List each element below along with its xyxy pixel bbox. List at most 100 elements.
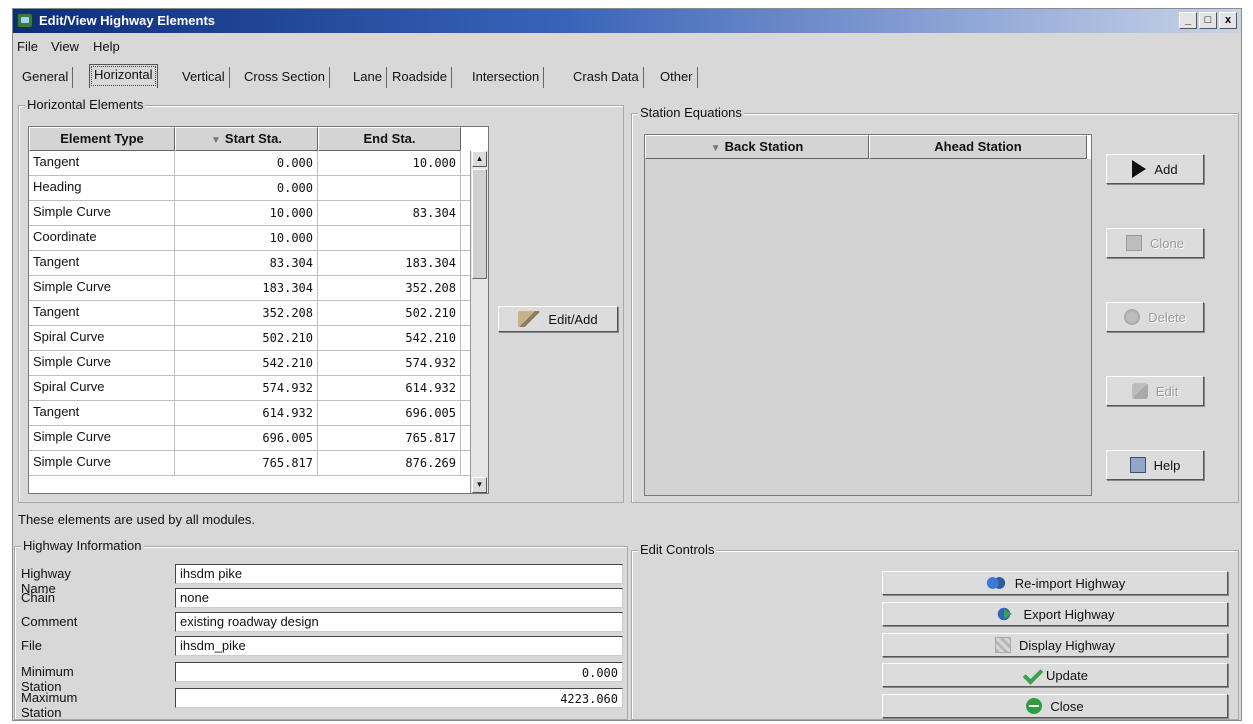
help-label: Help (1153, 457, 1181, 473)
cell-element-type: Heading (29, 176, 175, 201)
help-button[interactable]: Help (1106, 450, 1204, 480)
highway-name-field[interactable]: ihsdm pike (175, 564, 623, 584)
update-button[interactable]: Update (882, 663, 1228, 687)
table-row[interactable]: Coordinate 10.000 (29, 226, 488, 251)
menu-view[interactable]: View (51, 39, 79, 54)
table-row[interactable]: Tangent 83.304 183.304 (29, 251, 488, 276)
station-table-body (645, 159, 1091, 495)
station-equations-table[interactable]: ▼ Back Station Ahead Station (644, 134, 1092, 496)
file-label: File (21, 638, 42, 653)
col-back-station-label: Back Station (724, 139, 804, 154)
minimize-button[interactable]: _ (1179, 12, 1197, 29)
cell-element-type: Simple Curve (29, 276, 175, 301)
station-equations-group: Station Equations ▼ Back Station Ahead St… (631, 105, 1239, 503)
export-highway-label: Export Highway (1023, 606, 1115, 622)
table-row[interactable]: Tangent 0.000 10.000 (29, 151, 488, 176)
table-row[interactable]: Simple Curve 696.005 765.817 (29, 426, 488, 451)
scroll-thumb[interactable] (472, 169, 487, 279)
menu-bar: File View Help (13, 34, 1241, 56)
cell-start-station: 183.304 (175, 276, 318, 301)
table-row[interactable]: Spiral Curve 502.210 542.210 (29, 326, 488, 351)
table-row[interactable]: Tangent 614.932 696.005 (29, 401, 488, 426)
arrow-right-icon (1132, 160, 1147, 178)
table-row[interactable]: Simple Curve 765.817 876.269 (29, 451, 488, 476)
horizontal-elements-group: Horizontal Elements Element Type ▼ Start … (18, 97, 624, 503)
title-bar[interactable]: Edit/View Highway Elements _ □ x (13, 9, 1241, 33)
col-element-type[interactable]: Element Type (29, 127, 175, 151)
cell-start-station: 765.817 (175, 451, 318, 476)
sort-down-icon: ▼ (211, 135, 221, 146)
table-vertical-scrollbar[interactable]: ▲ ▼ (470, 151, 488, 493)
window-controls: _ □ x (1179, 12, 1237, 29)
tab-roadside[interactable]: Roadside (388, 67, 452, 88)
scroll-down-icon[interactable]: ▼ (472, 477, 487, 493)
add-label: Add (1154, 161, 1178, 177)
cell-end-station: 542.210 (318, 326, 461, 351)
display-highway-button[interactable]: Display Highway (882, 633, 1228, 657)
comment-field[interactable]: existing roadway design (175, 612, 623, 632)
chain-field[interactable]: none (175, 588, 623, 608)
minimum-station-field[interactable]: 0.000 (175, 662, 623, 682)
close-label: Close (1050, 698, 1084, 714)
edit-add-button[interactable]: Edit/Add (498, 306, 618, 332)
cell-end-station: 352.208 (318, 276, 461, 301)
modules-note: These elements are used by all modules. (18, 512, 256, 527)
close-window-button[interactable]: x (1219, 12, 1237, 29)
cell-end-station (318, 226, 461, 251)
clone-icon (1126, 235, 1143, 251)
close-button[interactable]: Close (882, 694, 1228, 718)
table-row[interactable]: Tangent 352.208 502.210 (29, 301, 488, 326)
cell-element-type: Tangent (29, 301, 175, 326)
cell-start-station: 83.304 (175, 251, 318, 276)
tab-intersection[interactable]: Intersection (468, 67, 545, 88)
tab-crash-data[interactable]: Crash Data (569, 67, 644, 88)
clone-label: Clone (1150, 235, 1184, 251)
col-end-station[interactable]: End Sta. (318, 127, 461, 151)
cell-end-station: 614.932 (318, 376, 461, 401)
menu-help[interactable]: Help (93, 39, 120, 54)
tab-general[interactable]: General (18, 67, 74, 88)
export-icon (995, 606, 1016, 622)
tab-other[interactable]: Other (656, 67, 698, 88)
table-row[interactable]: Spiral Curve 574.932 614.932 (29, 376, 488, 401)
close-circle-icon (1026, 698, 1043, 714)
cell-start-station: 10.000 (175, 201, 318, 226)
tab-cross-section[interactable]: Cross Section (240, 67, 330, 88)
horizontal-elements-table[interactable]: Element Type ▼ Start Sta. End Sta. Tangen… (28, 126, 489, 494)
edit-button[interactable]: Edit (1106, 376, 1204, 406)
tab-lane[interactable]: Lane (349, 67, 387, 88)
help-icon (1129, 457, 1146, 473)
delete-label: Delete (1148, 309, 1186, 325)
table-body: Tangent 0.000 10.000 Heading 0.000 Simple C… (29, 151, 488, 476)
menu-file[interactable]: File (17, 39, 38, 54)
sort-down-icon: ▼ (710, 143, 721, 154)
cell-start-station: 0.000 (175, 151, 318, 176)
reimport-highway-label: Re-import Highway (1014, 575, 1126, 591)
delete-icon (1124, 309, 1141, 325)
highway-information-group: Highway Information Highway Name ihsdm p… (14, 538, 628, 720)
clone-button[interactable]: Clone (1106, 228, 1204, 258)
maximum-station-field[interactable]: 4223.060 (175, 688, 623, 708)
cell-end-station: 10.000 (318, 151, 461, 176)
table-row[interactable]: Simple Curve 10.000 83.304 (29, 201, 488, 226)
delete-button[interactable]: Delete (1106, 302, 1204, 332)
cell-element-type: Coordinate (29, 226, 175, 251)
col-ahead-station[interactable]: Ahead Station (869, 135, 1087, 159)
tab-horizontal[interactable]: Horizontal (89, 64, 158, 88)
table-row[interactable]: Simple Curve 542.210 574.932 (29, 351, 488, 376)
cell-end-station: 765.817 (318, 426, 461, 451)
export-highway-button[interactable]: Export Highway (882, 602, 1228, 626)
edit-controls-group: Edit Controls Re-import Highway Export H… (631, 542, 1239, 720)
col-back-station[interactable]: ▼ Back Station (645, 135, 869, 159)
tab-vertical[interactable]: Vertical (178, 67, 230, 88)
scroll-up-icon[interactable]: ▲ (472, 151, 487, 167)
cell-end-station: 83.304 (318, 201, 461, 226)
reimport-highway-button[interactable]: Re-import Highway (882, 571, 1228, 595)
file-field[interactable]: ihsdm_pike (175, 636, 623, 656)
maximize-button[interactable]: □ (1199, 12, 1217, 29)
table-row[interactable]: Heading 0.000 (29, 176, 488, 201)
chain-label: Chain (21, 590, 55, 605)
add-button[interactable]: Add (1106, 154, 1204, 184)
col-start-station[interactable]: ▼ Start Sta. (175, 127, 318, 151)
table-row[interactable]: Simple Curve 183.304 352.208 (29, 276, 488, 301)
